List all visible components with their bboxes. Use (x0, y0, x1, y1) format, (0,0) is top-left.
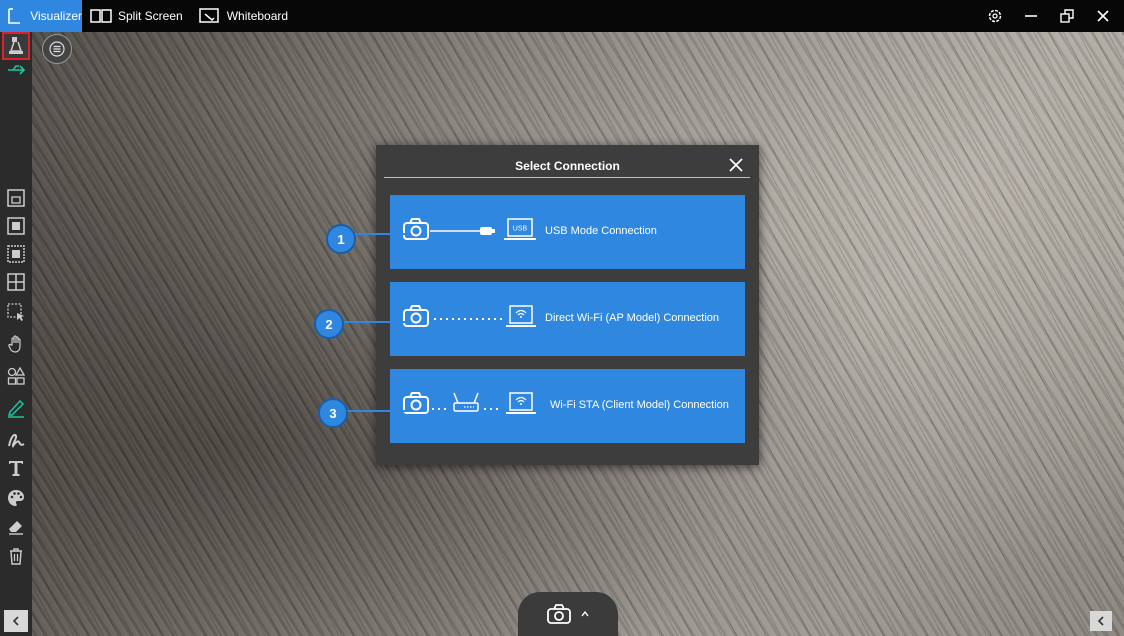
tab-label: Whiteboard (226, 9, 289, 23)
freeze-icon[interactable] (4, 242, 28, 266)
collapse-toolbar-button[interactable] (4, 610, 28, 632)
tab-visualizer[interactable]: Visualizer (0, 0, 82, 32)
tab-whiteboard[interactable]: Whiteboard (191, 0, 296, 32)
chevron-left-icon (12, 616, 19, 626)
window-controls (984, 5, 1124, 27)
callout-badge: 2 (314, 309, 344, 339)
tab-label: Visualizer (30, 9, 82, 23)
laptop-wifi-icon (506, 392, 536, 414)
minimize-icon[interactable] (1020, 5, 1042, 27)
connection-label: Direct Wi-Fi (AP Model) Connection (545, 312, 720, 324)
wifi-sta-diagram-icon (403, 392, 536, 414)
callout-line (340, 410, 410, 412)
close-icon[interactable] (1092, 5, 1114, 27)
hamburger-menu-icon (49, 41, 65, 57)
whiteboard-icon (198, 8, 221, 24)
callout-line (340, 321, 410, 323)
visualizer-icon (6, 8, 24, 24)
menu-button[interactable] (42, 34, 72, 64)
text-icon[interactable] (4, 456, 28, 480)
wifi-sta-connection-option[interactable]: Wi-Fi STA (Client Model) Connection (390, 369, 745, 443)
select-area-icon[interactable] (4, 300, 28, 324)
router-icon (453, 392, 479, 412)
connection-label: Wi-Fi STA (Client Model) Connection (550, 399, 729, 411)
direct-wifi-diagram-icon (403, 305, 536, 327)
chevron-up-icon (581, 610, 589, 617)
full-screen-icon[interactable] (4, 214, 28, 238)
direct-wifi-connection-option[interactable]: Direct Wi-Fi (AP Model) Connection (390, 282, 745, 356)
fit-window-icon[interactable] (4, 186, 28, 210)
close-icon (729, 158, 743, 172)
split-view-icon[interactable] (4, 270, 28, 294)
trash-icon[interactable] (4, 544, 28, 568)
camera-icon (403, 218, 429, 240)
left-toolbar (0, 32, 32, 636)
dialog-close-button[interactable] (724, 153, 748, 177)
eraser-icon[interactable] (4, 514, 28, 538)
tab-label: Split Screen (118, 9, 183, 23)
callout-badge: 1 (326, 224, 356, 254)
shapes-icon[interactable] (4, 364, 28, 388)
split-screen-icon (90, 8, 112, 24)
right-panel-toggle-button[interactable] (1090, 611, 1112, 631)
dialog-divider (384, 177, 750, 178)
camera-icon (547, 604, 571, 624)
usb-connection-diagram-icon: USB (403, 218, 536, 240)
usb-icon[interactable] (4, 62, 28, 78)
dialog-title: Select Connection (515, 159, 620, 173)
camera-icon (403, 305, 429, 327)
freehand-icon[interactable] (4, 428, 28, 452)
restore-icon[interactable] (1056, 5, 1078, 27)
pan-hand-icon[interactable] (4, 332, 28, 356)
chevron-left-icon (1097, 616, 1104, 626)
pen-icon[interactable] (4, 396, 28, 420)
usb-badge-text: USB (513, 226, 528, 233)
color-palette-icon[interactable] (4, 486, 28, 510)
tab-split-screen[interactable]: Split Screen (82, 0, 191, 32)
laptop-wifi-icon (506, 305, 536, 327)
usb-connection-option[interactable]: USB USB Mode Connection (390, 195, 745, 269)
connection-label: USB Mode Connection (545, 225, 657, 237)
camera-source-icon[interactable] (2, 32, 30, 60)
select-connection-dialog: Select Connection USB USB Mode Connectio… (376, 145, 759, 465)
capture-button[interactable] (518, 592, 618, 636)
callout-badge: 3 (318, 398, 348, 428)
top-bar: Visualizer Split Screen Whiteboard (0, 0, 1124, 32)
laptop-icon: USB (504, 218, 536, 240)
settings-icon[interactable] (984, 5, 1006, 27)
